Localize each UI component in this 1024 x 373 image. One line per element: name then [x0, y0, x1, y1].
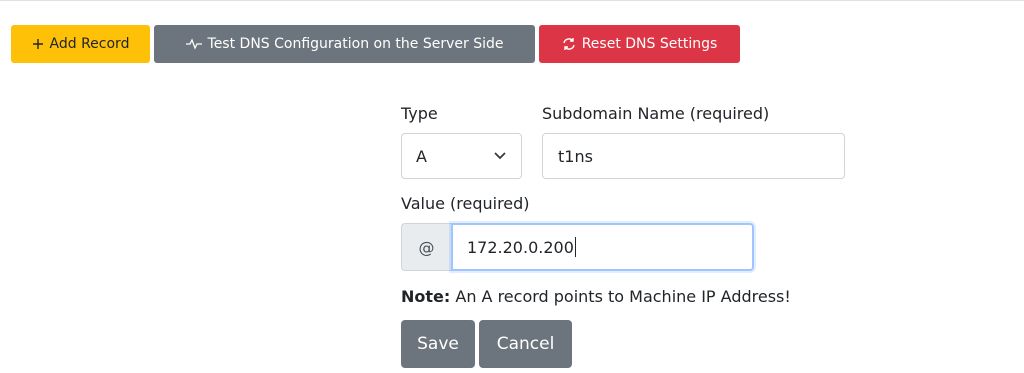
note-text: Note: An A record points to Machine IP A…: [401, 287, 861, 307]
value-input-group: @ 172.20.0.200: [401, 223, 754, 271]
dns-record-form: Type A Subdomain Name (required) t1ns Va…: [401, 104, 861, 368]
value-input-text: 172.20.0.200: [467, 237, 574, 257]
subdomain-label: Subdomain Name (required): [542, 104, 770, 123]
top-divider: [0, 0, 1024, 1]
reset-dns-label: Reset DNS Settings: [581, 36, 718, 52]
subdomain-input-value: t1ns: [558, 146, 593, 166]
subdomain-input[interactable]: t1ns: [542, 133, 845, 179]
reset-dns-button[interactable]: Reset DNS Settings: [539, 25, 740, 63]
cancel-button[interactable]: Cancel: [479, 320, 572, 368]
note-prefix: Note:: [401, 287, 451, 306]
dns-toolbar: Add Record Test DNS Configuration on the…: [11, 25, 740, 63]
chevron-down-icon: [493, 151, 507, 161]
type-label: Type: [401, 104, 438, 123]
value-prefix-addon: @: [401, 223, 451, 271]
text-cursor: [574, 237, 576, 257]
type-select-value: A: [416, 146, 427, 166]
value-label: Value (required): [401, 194, 530, 213]
test-dns-label: Test DNS Configuration on the Server Sid…: [207, 36, 504, 52]
save-button[interactable]: Save: [401, 320, 475, 368]
test-dns-button[interactable]: Test DNS Configuration on the Server Sid…: [154, 25, 535, 63]
value-input[interactable]: 172.20.0.200: [451, 223, 754, 271]
form-actions: Save Cancel: [401, 320, 861, 368]
pulse-icon: [185, 38, 202, 50]
add-record-label: Add Record: [49, 36, 130, 52]
type-select[interactable]: A: [401, 133, 522, 179]
plus-icon: [32, 38, 44, 50]
add-record-button[interactable]: Add Record: [11, 25, 150, 63]
note-body: An A record points to Machine IP Address…: [450, 287, 791, 306]
refresh-icon: [562, 37, 576, 51]
